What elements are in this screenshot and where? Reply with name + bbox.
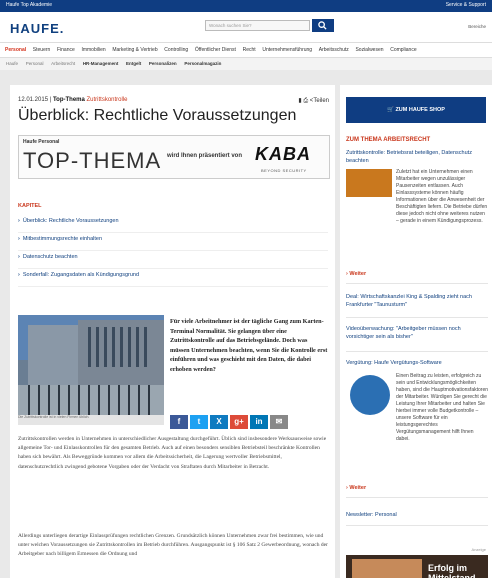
divider (346, 497, 488, 498)
sidebar-article-link[interactable]: Vergütung: Haufe Vergütungs-Software (346, 359, 488, 367)
sidebar: 🛒 ZUM HAUFE SHOP ZUM THEMA ARBEITSRECHT … (340, 85, 492, 578)
chapter-link[interactable]: › Mitbestimmungsrechte einhalten (18, 233, 328, 251)
nav-item[interactable]: Marketing & Vertrieb (112, 43, 157, 57)
sidebar-teaser: Zuletzt hat ein Unternehmen einen Mitarb… (396, 169, 488, 224)
article-section: Top-Thema (52, 97, 85, 103)
sidebar-article-link[interactable]: Zutrittskontrolle: Betriebsrat beteilige… (346, 149, 488, 165)
print-icon[interactable]: ⎙ (303, 98, 308, 104)
linkedin-icon[interactable]: in (250, 415, 268, 429)
haufe-logo[interactable]: HAUFE. (10, 21, 64, 36)
comment-icon[interactable]: ▮ (298, 98, 301, 104)
article-tools: ▮ ⎙ <Teilen (298, 97, 329, 105)
breadcrumb-item[interactable]: Arbeitsrecht (51, 58, 75, 70)
kaba-logo: KABA (255, 144, 311, 164)
nav-item-personal[interactable]: Personal (5, 43, 26, 57)
article-lead: Für viele Arbeitnehmer ist der tägliche … (170, 318, 328, 373)
site-header: HAUFE. Wonach suchen Sie? Bereiche (0, 12, 492, 43)
divider (346, 317, 488, 318)
chapter-link[interactable]: › Sonderfall: Zugangsdaten als Kündigungs… (18, 269, 328, 287)
article-content: 12.01.2015 | Top-Thema Zutrittskontrolle… (10, 85, 335, 578)
nav-item[interactable]: Finance (57, 43, 75, 57)
nav-item[interactable]: Arbeitsschutz (319, 43, 349, 57)
nav-item[interactable]: Unternehmensführung (262, 43, 312, 57)
article-date: 12.01.2015 (18, 97, 49, 103)
search-icon (318, 21, 327, 30)
facebook-icon[interactable]: f (170, 415, 188, 429)
top-bar-links[interactable]: Haufe Top Akademie (6, 2, 52, 8)
nav-item[interactable]: Recht (243, 43, 256, 57)
service-link[interactable]: Service & Support (446, 2, 486, 8)
email-icon[interactable]: ✉ (270, 415, 288, 429)
divider (346, 351, 488, 352)
breadcrumb-item[interactable]: Personal (26, 58, 44, 70)
ad-text: Erfolg im Mittelstand (428, 563, 476, 578)
weiter-link[interactable]: › Weiter (346, 485, 366, 491)
article-meta: 12.01.2015 | Top-Thema Zutrittskontrolle (18, 97, 128, 103)
google-plus-icon[interactable]: g+ (230, 415, 248, 429)
chapter-link[interactable]: › Datenschutz beachten (18, 251, 328, 269)
sidebar-thumbnail[interactable] (346, 169, 392, 197)
search-button[interactable] (312, 19, 334, 32)
social-share-bar: f t Xg+ in ✉ (170, 415, 290, 429)
twitter-icon[interactable]: t (190, 415, 208, 429)
bereiche-menu[interactable]: Bereiche (468, 24, 486, 29)
chapter-link[interactable]: › Überblick: Rechtliche Voraussetzungen (18, 215, 328, 233)
article-paragraph: Zutrittskontrollen werden in Unternehmen… (18, 436, 327, 470)
software-thumbnail[interactable] (350, 375, 390, 415)
xing-icon[interactable]: X (210, 415, 228, 429)
sidebar-article-link[interactable]: Videoüberwachung: "Arbeitgeber müssen no… (346, 325, 488, 341)
subnav-item[interactable]: Entgelt (126, 58, 141, 70)
sidebar-article-link[interactable]: Newsletter: Personal (346, 511, 488, 519)
advertisement[interactable]: Erfolg im Mittelstand (346, 555, 488, 578)
nav-item[interactable]: Öffentlicher Dienst (195, 43, 236, 57)
nav-item[interactable]: Immobilien (81, 43, 105, 57)
divider (346, 283, 488, 284)
sidebar-heading: ZUM THEMA ARBEITSRECHT (346, 137, 431, 143)
ad-label: Anzeige (471, 547, 486, 552)
nav-item[interactable]: Sozialwesen (355, 43, 383, 57)
chapter-heading: KAPITEL (18, 203, 42, 209)
chapter-list: › Überblick: Rechtliche Voraussetzungen ›… (18, 215, 328, 287)
breadcrumb: Haufe Personal Arbeitsrecht HR-Managemen… (0, 58, 492, 70)
breadcrumb-item[interactable]: Haufe (6, 58, 18, 70)
subnav-item[interactable]: Personalizen (149, 58, 177, 70)
top-thema-banner[interactable]: Haufe Personal TOP-THEMA wird Ihnen präs… (18, 135, 330, 179)
kaba-tagline: BEYOND SECURITY (261, 168, 307, 173)
nav-item[interactable]: Controlling (164, 43, 188, 57)
banner-presented: wird Ihnen präsentiert von (167, 153, 243, 159)
nav-item[interactable]: Compliance (390, 43, 416, 57)
shop-button[interactable]: 🛒 ZUM HAUFE SHOP (346, 97, 486, 123)
banner-title: TOP-THEMA (23, 148, 162, 173)
article-paragraph: Allerdings unterliegen derartige Einlass… (18, 533, 328, 558)
article-photo: Die Zutrittskontrolle ist in vielen Firm… (18, 315, 164, 425)
top-bar: Haufe Top Akademie Service & Support (0, 0, 492, 12)
sidebar-teaser: Einen Beitrag zu leisten, erfolgreich zu… (396, 373, 489, 442)
nav-item[interactable]: Steuern (33, 43, 51, 57)
photo-caption: Die Zutrittskontrolle ist in vielen Firm… (18, 415, 164, 425)
article-topic[interactable]: Zutrittskontrolle (87, 97, 128, 103)
search-input[interactable]: Wonach suchen Sie? (205, 20, 310, 31)
subnav-item[interactable]: Personalmagazin (184, 58, 221, 70)
article-title: Überblick: Rechtliche Voraussetzungen (18, 107, 297, 124)
sidebar-article-link[interactable]: Deal: Wirtschaftskanzlei King & Spalding… (346, 293, 488, 309)
weiter-link[interactable]: › Weiter (346, 271, 366, 277)
banner-label: Haufe Personal (23, 139, 60, 145)
subnav-item[interactable]: HR-Management (83, 58, 119, 70)
main-nav: Personal Steuern Finance Immobilien Mark… (0, 43, 492, 58)
share-label[interactable]: Teilen (313, 98, 329, 104)
divider (346, 525, 488, 526)
